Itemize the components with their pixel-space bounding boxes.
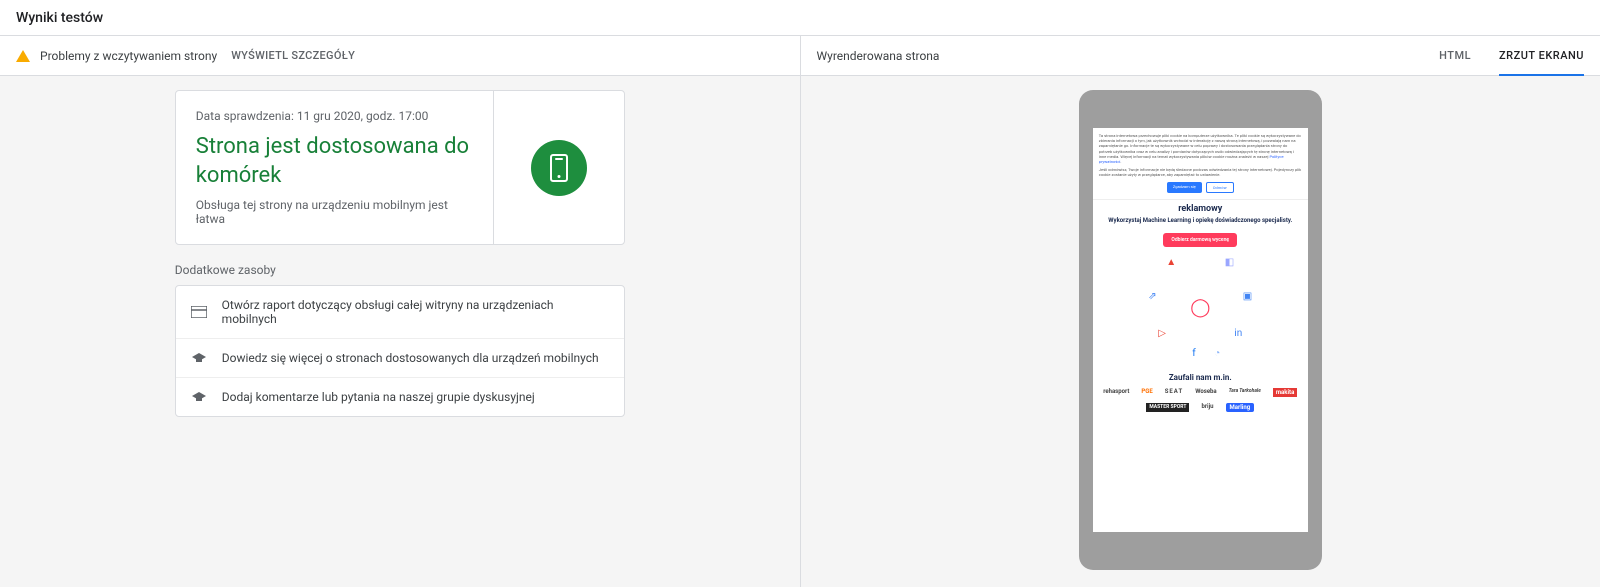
loading-problems-text: Problemy z wczytywaniem strony xyxy=(40,49,217,63)
left-content: Data sprawdzenia: 11 gru 2020, godz. 17:… xyxy=(0,76,800,417)
device-frame: Ta strona internetowa przechowuje pliki … xyxy=(1079,90,1322,570)
report-icon xyxy=(190,305,208,319)
mobile-friendly-icon xyxy=(531,140,587,196)
right-content: Ta strona internetowa przechowuje pliki … xyxy=(801,76,1600,570)
hero-section: reklamowy Wykorzystaj Machine Learning i… xyxy=(1093,200,1308,361)
graduation-icon xyxy=(190,351,208,365)
page-title: Wyniki testów xyxy=(16,10,103,26)
resource-site-report[interactable]: Otwórz raport dotyczący obsługi całej wi… xyxy=(176,286,624,339)
logo-item: Tara Tarkohale xyxy=(1229,388,1261,397)
list-item-label: Otwórz raport dotyczący obsługi całej wi… xyxy=(222,298,610,326)
logo-item: Woseba xyxy=(1195,388,1216,397)
tab-html[interactable]: HTML xyxy=(1439,36,1471,75)
logo-item: briju xyxy=(1201,403,1213,412)
page-header: Wyniki testów xyxy=(0,0,1600,36)
cookie-banner: Ta strona internetowa przechowuje pliki … xyxy=(1093,128,1308,200)
result-card: Data sprawdzenia: 11 gru 2020, godz. 17:… xyxy=(175,90,625,245)
warning-icon xyxy=(16,50,30,62)
cookie-text-2: Jeśli odmówisz, Twoje informacje nie będ… xyxy=(1099,167,1302,177)
view-details-link[interactable]: WYŚWIETL SZCZEGÓŁY xyxy=(231,49,355,62)
left-sub-header: Problemy z wczytywaniem strony WYŚWIETL … xyxy=(0,36,800,76)
logo-item: SEAT xyxy=(1165,388,1183,397)
trust-logos: rehasport PGE SEAT Woseba Tara Tarkohale… xyxy=(1093,388,1308,418)
features-graphic: ▲ ◧ ⇗ ▣ ◯ ▷ in f ◔ xyxy=(1150,257,1250,357)
results-pane: Problemy z wczytywaniem strony WYŚWIETL … xyxy=(0,36,801,587)
preview-pane: Wyrenderowana strona HTML ZRZUT EKRANU T… xyxy=(801,36,1600,587)
logo-item: Marling xyxy=(1226,403,1255,412)
cookie-buttons: Zgadzam się Odmów xyxy=(1099,182,1302,193)
logo-item: rehasport xyxy=(1103,388,1129,397)
result-status-icon xyxy=(494,91,624,244)
right-sub-header: Wyrenderowana strona HTML ZRZUT EKRANU xyxy=(801,36,1600,76)
resources-list: Otwórz raport dotyczący obsługi całej wi… xyxy=(175,285,625,417)
resources-heading: Dodatkowe zasoby xyxy=(175,263,625,277)
result-title: Strona jest dostosowana do komórek xyxy=(196,133,473,190)
device-screen: Ta strona internetowa przechowuje pliki … xyxy=(1093,128,1308,532)
hero-subtitle: Wykorzystaj Machine Learning i opiekę do… xyxy=(1101,217,1300,225)
hero-title: reklamowy xyxy=(1101,204,1300,214)
graduation-icon xyxy=(190,390,208,404)
logo-item: PGE xyxy=(1141,388,1152,397)
preview-tabs: HTML ZRZUT EKRANU xyxy=(1439,36,1584,75)
logo-item: MASTER SPORT xyxy=(1146,403,1189,412)
trust-section: Zaufali nam m.in. rehasport PGE SEAT Wos… xyxy=(1093,373,1308,418)
resource-learn-more[interactable]: Dowiedz się więcej o stronach dostosowan… xyxy=(176,339,624,378)
trust-title: Zaufali nam m.in. xyxy=(1093,373,1308,382)
tab-screenshot[interactable]: ZRZUT EKRANU xyxy=(1499,37,1584,76)
result-card-body: Data sprawdzenia: 11 gru 2020, godz. 17:… xyxy=(176,91,494,244)
hero-cta-button: Odbierz darmową wycenę xyxy=(1163,233,1237,247)
cookie-accept-button: Zgadzam się xyxy=(1167,182,1202,193)
split-panes: Problemy z wczytywaniem strony WYŚWIETL … xyxy=(0,36,1600,587)
logo-item: makita xyxy=(1273,388,1297,397)
list-item-label: Dowiedz się więcej o stronach dostosowan… xyxy=(222,351,599,365)
result-subtitle: Obsługa tej strony na urządzeniu mobilny… xyxy=(196,198,473,226)
cookie-deny-button: Odmów xyxy=(1206,182,1234,193)
test-date: Data sprawdzenia: 11 gru 2020, godz. 17:… xyxy=(196,109,473,123)
list-item-label: Dodaj komentarze lub pytania na naszej g… xyxy=(222,390,535,404)
cookie-text: Ta strona internetowa przechowuje pliki … xyxy=(1099,133,1302,164)
rendered-page-label: Wyrenderowana strona xyxy=(817,49,940,63)
resource-discussion-group[interactable]: Dodaj komentarze lub pytania na naszej g… xyxy=(176,378,624,416)
phone-icon xyxy=(550,154,568,182)
